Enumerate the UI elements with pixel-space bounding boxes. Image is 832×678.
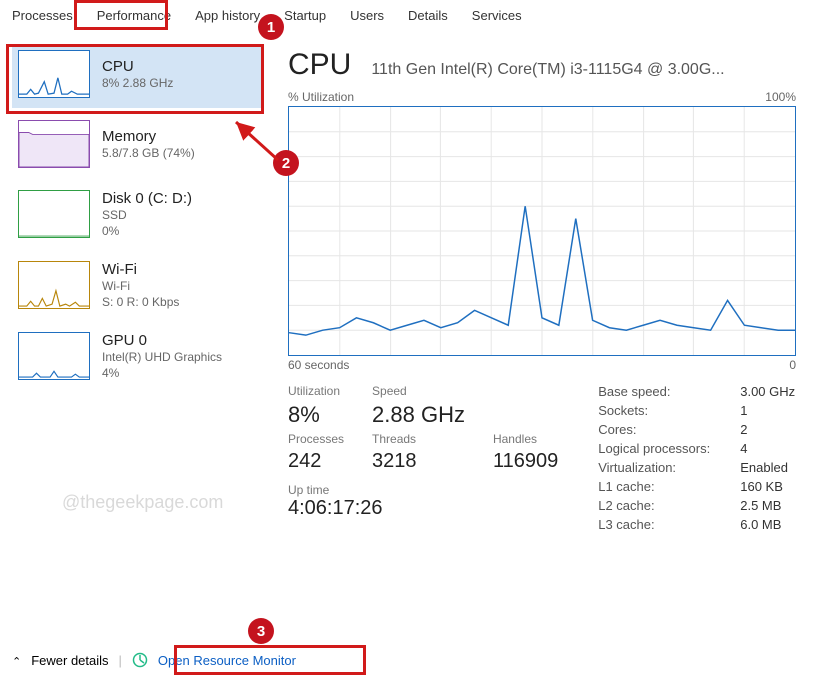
sidebar-memory-sub: 5.8/7.8 GB (74%): [102, 146, 195, 161]
stat-proc-label: Processes: [288, 432, 344, 446]
memory-thumb: [18, 120, 90, 168]
sidebar-item-disk[interactable]: Disk 0 (C: D:) SSD 0%: [12, 184, 262, 249]
gpu-thumb: [18, 332, 90, 380]
info-l3-label: L3 cache:: [598, 517, 728, 532]
info-cores-value: 2: [740, 422, 795, 437]
info-sockets-value: 1: [740, 403, 795, 418]
tab-app-history[interactable]: App history: [183, 0, 272, 34]
footer-divider: |: [119, 653, 122, 668]
tab-processes[interactable]: Processes: [0, 0, 85, 34]
main-panel: CPU 11th Gen Intel(R) Core(TM) i3-1115G4…: [270, 34, 832, 634]
sidebar-item-gpu[interactable]: GPU 0 Intel(R) UHD Graphics 4%: [12, 326, 262, 391]
stat-speed-label: Speed: [372, 384, 465, 398]
info-cores-label: Cores:: [598, 422, 728, 437]
chart-ylabel: % Utilization: [288, 90, 354, 104]
sidebar-memory-title: Memory: [102, 128, 195, 145]
tab-services[interactable]: Services: [460, 0, 534, 34]
sidebar-wifi-sub1: Wi-Fi: [102, 279, 179, 294]
info-l3-value: 6.0 MB: [740, 517, 795, 532]
chevron-up-icon[interactable]: ⌄: [12, 654, 21, 667]
info-basespeed-label: Base speed:: [598, 384, 728, 399]
stat-proc-value: 242: [288, 450, 344, 473]
info-l1-value: 160 KB: [740, 479, 795, 494]
tab-startup[interactable]: Startup: [272, 0, 338, 34]
info-virt-label: Virtualization:: [598, 460, 728, 475]
watermark-text: @thegeekpage.com: [62, 492, 223, 513]
info-l2-label: L2 cache:: [598, 498, 728, 513]
footer-bar: ⌄ Fewer details | Open Resource Monitor: [12, 652, 296, 668]
stat-threads-value: 3218: [372, 450, 465, 473]
sidebar-disk-sub1: SSD: [102, 208, 192, 223]
info-lproc-value: 4: [740, 441, 795, 456]
tab-performance[interactable]: Performance: [85, 0, 183, 34]
sidebar-cpu-sub: 8% 2.88 GHz: [102, 76, 173, 91]
resource-monitor-icon[interactable]: [132, 652, 148, 668]
info-lproc-label: Logical processors:: [598, 441, 728, 456]
cpu-info-grid: Base speed: 3.00 GHz Sockets: 1 Cores: 2 Lo…: [598, 384, 795, 532]
cpu-model: 11th Gen Intel(R) Core(TM) i3-1115G4 @ 3…: [371, 61, 810, 79]
stat-uptime-label: Up time: [288, 483, 558, 497]
sidebar-gpu-title: GPU 0: [102, 332, 222, 349]
chart-ymax: 100%: [765, 90, 796, 104]
tab-users[interactable]: Users: [338, 0, 396, 34]
sidebar-cpu-title: CPU: [102, 58, 173, 75]
stat-util-label: Utilization: [288, 384, 344, 398]
cpu-thumb: [18, 50, 90, 98]
stat-speed-value: 2.88 GHz: [372, 402, 465, 428]
sidebar-item-wifi[interactable]: Wi-Fi Wi-Fi S: 0 R: 0 Kbps: [12, 255, 262, 320]
info-l2-value: 2.5 MB: [740, 498, 795, 513]
tabs-bar: Processes Performance App history Startu…: [0, 0, 832, 34]
stat-util-value: 8%: [288, 402, 344, 428]
sidebar-disk-title: Disk 0 (C: D:): [102, 190, 192, 207]
sidebar-gpu-sub2: 4%: [102, 366, 222, 381]
sidebar-gpu-sub1: Intel(R) UHD Graphics: [102, 350, 222, 365]
sidebar-wifi-sub2: S: 0 R: 0 Kbps: [102, 295, 179, 310]
stat-uptime-value: 4:06:17:26: [288, 497, 558, 520]
sidebar: CPU 8% 2.88 GHz Memory 5.8/7.8 GB (74%): [0, 34, 270, 634]
stat-threads-label: Threads: [372, 432, 465, 446]
info-virt-value: Enabled: [740, 460, 795, 475]
sidebar-wifi-title: Wi-Fi: [102, 261, 179, 278]
fewer-details-button[interactable]: Fewer details: [31, 653, 108, 668]
page-title: CPU: [288, 48, 351, 82]
info-sockets-label: Sockets:: [598, 403, 728, 418]
stat-handles-value: 116909: [493, 450, 558, 473]
tab-details[interactable]: Details: [396, 0, 460, 34]
disk-thumb: [18, 190, 90, 238]
sidebar-disk-sub2: 0%: [102, 224, 192, 239]
sidebar-item-cpu[interactable]: CPU 8% 2.88 GHz: [12, 44, 262, 108]
info-l1-label: L1 cache:: [598, 479, 728, 494]
chart-xmin: 0: [789, 358, 796, 372]
sidebar-item-memory[interactable]: Memory 5.8/7.8 GB (74%): [12, 114, 262, 178]
open-resource-monitor-link[interactable]: Open Resource Monitor: [158, 653, 296, 668]
stat-handles-label: Handles: [493, 432, 558, 446]
info-basespeed-value: 3.00 GHz: [740, 384, 795, 399]
cpu-chart: [288, 106, 796, 356]
chart-xmax: 60 seconds: [288, 358, 349, 372]
wifi-thumb: [18, 261, 90, 309]
